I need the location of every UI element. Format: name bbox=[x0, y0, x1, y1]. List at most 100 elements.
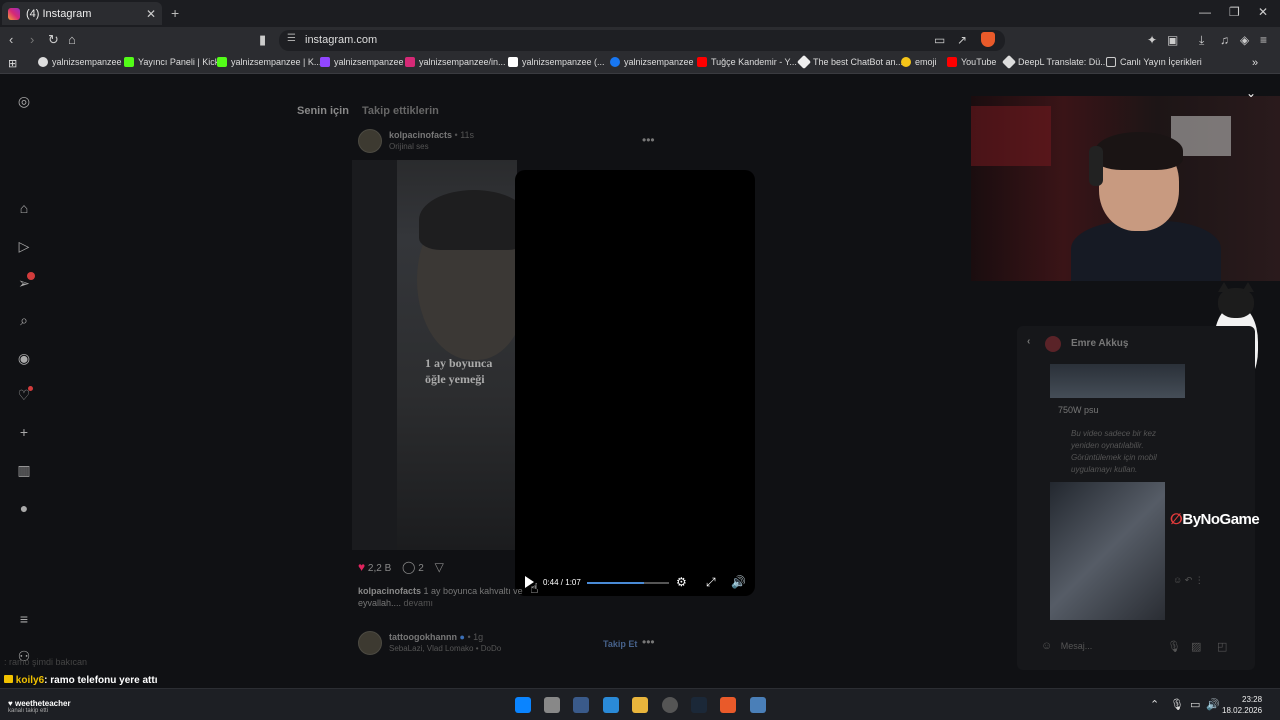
tray-chevron-icon[interactable]: ⌃ bbox=[1150, 698, 1159, 711]
tab-following[interactable]: Takip ettiklerin bbox=[362, 105, 439, 117]
bookmark-item[interactable]: Tuğçe Kandemir - Y... bbox=[697, 57, 797, 67]
message-input[interactable]: ☺ Mesaj... 🎙 ▨ ◰ bbox=[1041, 640, 1241, 660]
bookmark-item[interactable]: yalnizsempanzee (... bbox=[508, 57, 605, 67]
bookmark-item[interactable]: DeepL Translate: Dü... bbox=[1001, 54, 1108, 70]
address-bar[interactable]: ☰ instagram.com bbox=[279, 30, 1005, 51]
more-menu-icon[interactable]: ≡ bbox=[16, 611, 32, 627]
settings-icon[interactable]: ⚙ bbox=[676, 575, 687, 589]
popout-video-player[interactable] bbox=[515, 170, 755, 596]
explore-icon[interactable]: ◉ bbox=[16, 350, 32, 366]
bookmark-item[interactable]: The best ChatBot an... bbox=[796, 54, 904, 70]
post-audio[interactable]: Orijinal ses bbox=[389, 142, 429, 151]
avatar[interactable] bbox=[358, 129, 382, 153]
like-icon[interactable]: ♥ bbox=[358, 560, 365, 574]
apps-icon[interactable]: ⊞ bbox=[8, 57, 17, 70]
microphone-icon[interactable]: 🎙 bbox=[1167, 640, 1181, 653]
instagram-logo-icon[interactable]: ◎ bbox=[16, 93, 32, 109]
site-settings-icon[interactable]: ☰ bbox=[287, 33, 296, 44]
bookmark-item[interactable]: yalnizsempanzee bbox=[320, 57, 404, 67]
avatar[interactable] bbox=[1045, 336, 1061, 352]
tab-for-you[interactable]: Senin için bbox=[297, 105, 349, 117]
app-icon[interactable] bbox=[750, 697, 766, 713]
back-icon[interactable]: ‹ bbox=[9, 32, 13, 47]
sidebar-icon[interactable]: ▣ bbox=[1167, 33, 1178, 47]
browser-tab[interactable]: (4) Instagram ✕ bbox=[2, 2, 162, 25]
search-icon[interactable]: ⌕ bbox=[16, 312, 32, 328]
share-icon[interactable]: ▽ bbox=[435, 560, 444, 574]
dm-back-icon[interactable]: ‹ bbox=[1027, 336, 1030, 347]
follow-button[interactable]: Takip Et bbox=[603, 639, 637, 649]
react-icon[interactable]: ☺ ↶ ⋮ bbox=[1173, 575, 1204, 586]
comment-icon[interactable]: ◯ bbox=[402, 560, 415, 574]
home-icon[interactable]: ⌂ bbox=[68, 32, 76, 47]
media-icon[interactable]: ♫ bbox=[1220, 33, 1229, 47]
file-explorer-icon[interactable] bbox=[632, 697, 648, 713]
windows-start-icon[interactable] bbox=[515, 697, 531, 713]
restore-icon[interactable]: ❐ bbox=[1229, 5, 1240, 19]
bookmark-label: Canlı Yayın İçerikleri bbox=[1120, 57, 1202, 67]
forward-icon[interactable]: › bbox=[30, 32, 34, 47]
profile-avatar-icon[interactable]: ● bbox=[16, 500, 32, 516]
extensions-icon[interactable]: ✦ bbox=[1147, 33, 1157, 47]
steam-icon[interactable] bbox=[691, 697, 707, 713]
chevron-down-icon[interactable]: ⌄ bbox=[1246, 86, 1256, 100]
bookmark-item[interactable]: yalnizsempanzee bbox=[38, 57, 122, 67]
volume-icon[interactable]: 🔊 bbox=[731, 575, 746, 589]
reload-icon[interactable]: ↻ bbox=[48, 32, 59, 48]
bookmark-icon[interactable]: ▮ bbox=[259, 32, 266, 48]
caption-username[interactable]: kolpacinofacts bbox=[358, 586, 421, 596]
menu-icon[interactable]: ≡ bbox=[1260, 33, 1267, 47]
sticker-icon[interactable]: ◰ bbox=[1217, 640, 1227, 653]
post-username[interactable]: tattoogokhannn ● • 1g bbox=[389, 632, 483, 642]
dm-image[interactable] bbox=[1050, 482, 1165, 620]
brave-icon[interactable] bbox=[720, 697, 736, 713]
chat-line: : ramo şimdi bakıcan bbox=[4, 657, 88, 667]
share-icon[interactable]: ↗ bbox=[957, 33, 967, 47]
clock[interactable]: 23:28 18.02.2026 bbox=[1222, 694, 1262, 716]
new-tab-button[interactable]: + bbox=[171, 5, 179, 21]
bookmarks-bar: ⊞ yalnizsempanzee Yayıncı Paneli | Kick … bbox=[0, 53, 1280, 74]
bookmark-item[interactable]: yalnizsempanzee | K... bbox=[217, 57, 321, 67]
caption-more-link[interactable]: devamı bbox=[404, 598, 434, 608]
microphone-icon[interactable]: 🎙 bbox=[1170, 698, 1184, 711]
store-icon[interactable] bbox=[603, 697, 619, 713]
image-icon[interactable]: ▨ bbox=[1191, 640, 1201, 653]
mouse-cursor-icon: ☝ bbox=[530, 580, 539, 596]
bookmark-item[interactable]: Canlı Yayın İçerikleri bbox=[1106, 57, 1202, 67]
create-icon[interactable]: + bbox=[16, 424, 32, 440]
video-time: 0:44 / 1:07 bbox=[543, 578, 581, 587]
tab-close-icon[interactable]: ✕ bbox=[146, 7, 156, 21]
dm-contact-name[interactable]: Emre Akkuş bbox=[1071, 338, 1128, 349]
home-icon[interactable]: ⌂ bbox=[16, 200, 32, 216]
more-bookmarks-icon[interactable]: » bbox=[1252, 57, 1258, 69]
vpn-icon[interactable]: ◈ bbox=[1240, 33, 1249, 47]
bookmark-item[interactable]: yalnizsempanzee/in... bbox=[405, 57, 506, 67]
download-icon[interactable]: ⤓ bbox=[1199, 33, 1204, 48]
volume-icon[interactable]: 🔊 bbox=[1206, 698, 1220, 711]
network-icon[interactable]: ▭ bbox=[1190, 698, 1200, 711]
brave-shields-icon[interactable] bbox=[981, 32, 995, 47]
fullscreen-icon[interactable]: ⤢ bbox=[706, 575, 716, 590]
dashboard-icon[interactable]: ▥ bbox=[16, 462, 32, 478]
video-progress-bar[interactable] bbox=[587, 582, 669, 584]
cast-icon[interactable]: ▭ bbox=[934, 33, 945, 47]
bookmark-item[interactable]: emoji bbox=[901, 57, 937, 67]
minimize-icon[interactable]: — bbox=[1199, 5, 1211, 19]
app-icon[interactable] bbox=[573, 697, 589, 713]
post-username[interactable]: kolpacinofacts • 11s bbox=[389, 130, 474, 140]
emoji-icon[interactable]: ☺ bbox=[1041, 640, 1052, 652]
bookmark-label: The best ChatBot an... bbox=[813, 57, 904, 67]
more-options-icon[interactable]: ••• bbox=[642, 133, 655, 147]
avatar[interactable] bbox=[358, 631, 382, 655]
task-view-icon[interactable] bbox=[544, 697, 560, 713]
bookmark-item[interactable]: YouTube bbox=[947, 57, 996, 67]
window-close-icon[interactable]: ✕ bbox=[1258, 5, 1268, 19]
post-audio[interactable]: SebaLazi, Vlad Lomako • DoDo bbox=[389, 644, 501, 653]
dm-image[interactable] bbox=[1050, 364, 1185, 398]
more-options-icon[interactable]: ••• bbox=[642, 635, 655, 649]
reel-video-frame[interactable]: 1 ay boyunca öğle yemeği bbox=[397, 160, 517, 550]
app-icon[interactable] bbox=[662, 697, 678, 713]
reels-icon[interactable]: ▷ bbox=[16, 238, 32, 254]
bookmark-item[interactable]: Yayıncı Paneli | Kick bbox=[124, 57, 219, 67]
bookmark-item[interactable]: yalnizsempanzee bbox=[610, 57, 694, 67]
